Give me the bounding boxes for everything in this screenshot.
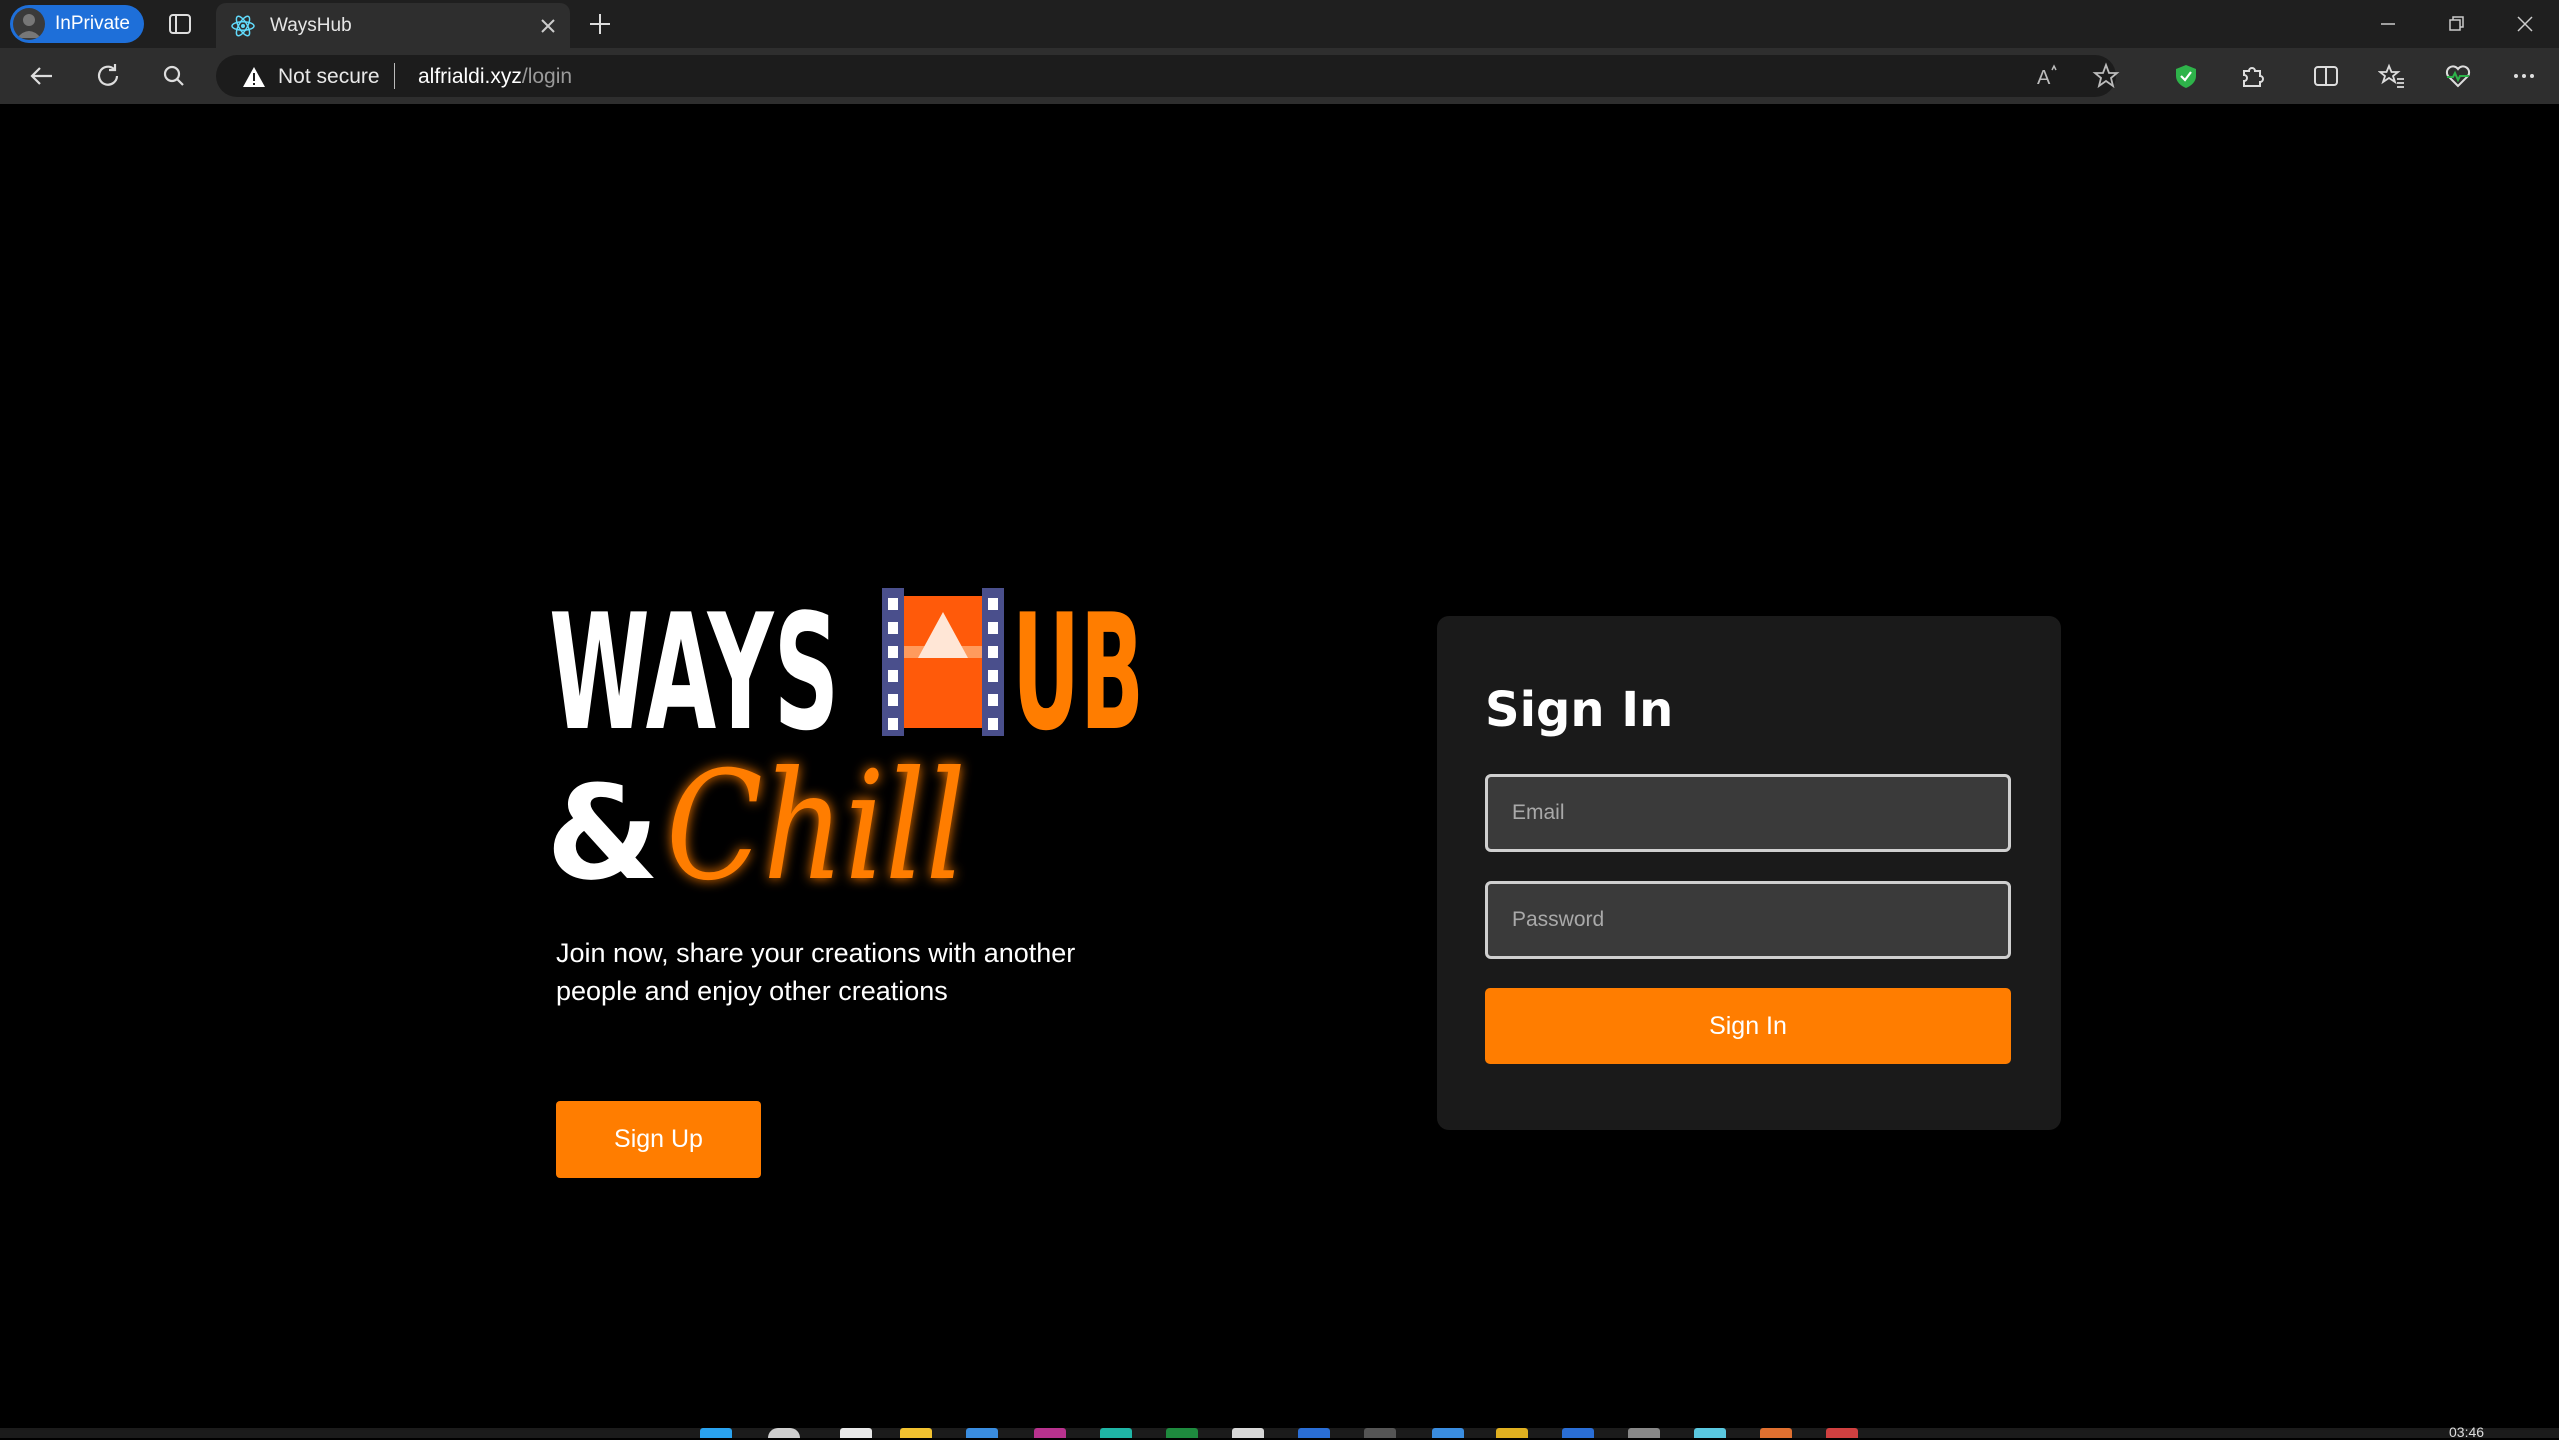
edge-icon[interactable] bbox=[1100, 1428, 1132, 1438]
email-field[interactable] bbox=[1485, 774, 2011, 852]
new-tab-icon[interactable] bbox=[586, 10, 614, 38]
logo-script-chill: Chill bbox=[666, 740, 966, 914]
split-screen-icon[interactable] bbox=[2312, 62, 2340, 90]
logo-word-ways: WAYS bbox=[549, 580, 839, 766]
tagline-line-2: people and enjoy other creations bbox=[556, 976, 948, 1006]
app-icon-3[interactable] bbox=[1298, 1428, 1330, 1438]
inprivate-badge[interactable]: InPrivate bbox=[10, 5, 144, 43]
profile-avatar bbox=[13, 8, 45, 40]
url-path: /login bbox=[521, 65, 573, 88]
omnibox-divider bbox=[394, 63, 395, 89]
tab-title: WaysHub bbox=[270, 15, 352, 36]
logo-ampersand: & bbox=[546, 757, 659, 909]
store-icon[interactable] bbox=[966, 1428, 998, 1438]
inprivate-label: InPrivate bbox=[55, 13, 130, 34]
security-status[interactable]: Not secure bbox=[278, 65, 380, 89]
url-omnibox[interactable]: Not secure alfrialdi.xyz/login A bbox=[216, 55, 2120, 97]
favorites-list-icon[interactable] bbox=[2378, 62, 2406, 90]
app-icon-2[interactable] bbox=[1232, 1428, 1264, 1438]
more-menu-icon[interactable] bbox=[2510, 62, 2538, 90]
sign-in-card: Sign In Sign In bbox=[1437, 616, 2061, 1130]
logo-word-ub: UB bbox=[1012, 579, 1144, 766]
sign-up-button[interactable]: Sign Up bbox=[556, 1101, 761, 1178]
tab-actions-icon[interactable] bbox=[166, 10, 194, 38]
file-explorer-icon[interactable] bbox=[900, 1428, 932, 1438]
search-icon[interactable] bbox=[158, 60, 190, 92]
app-icon-6[interactable] bbox=[1562, 1428, 1594, 1438]
sign-in-button[interactable]: Sign In bbox=[1485, 988, 2011, 1064]
sign-in-heading: Sign In bbox=[1485, 682, 1674, 738]
hero-tagline: Join now, share your creations with anot… bbox=[556, 934, 1156, 1010]
page-viewport: WAYS UB & Chill Join now, share your cre… bbox=[6, 104, 2553, 1434]
film-strip-icon bbox=[882, 588, 1004, 736]
app-icon-8[interactable] bbox=[1694, 1428, 1726, 1438]
close-tab-icon[interactable] bbox=[538, 16, 558, 36]
react-favicon-icon bbox=[230, 13, 256, 39]
read-aloud-icon[interactable]: A bbox=[2034, 62, 2062, 90]
app-icon-5[interactable] bbox=[1496, 1428, 1528, 1438]
app-icon-7[interactable] bbox=[1628, 1428, 1660, 1438]
password-field[interactable] bbox=[1485, 881, 2011, 959]
back-icon[interactable] bbox=[26, 60, 58, 92]
browser-tab-bar: InPrivate WaysHub bbox=[0, 0, 2559, 48]
close-window-icon[interactable] bbox=[2509, 8, 2541, 40]
browser-essentials-icon[interactable] bbox=[2444, 62, 2472, 90]
refresh-icon[interactable] bbox=[92, 60, 124, 92]
terminal-icon[interactable] bbox=[1364, 1428, 1396, 1438]
excel-icon[interactable] bbox=[1166, 1428, 1198, 1438]
app-icon-1[interactable] bbox=[1034, 1428, 1066, 1438]
favorite-star-icon[interactable] bbox=[2092, 62, 2120, 90]
minimize-icon[interactable] bbox=[2372, 8, 2404, 40]
os-taskbar bbox=[0, 1428, 2559, 1438]
wayshub-logo: WAYS UB & Chill bbox=[546, 482, 1146, 922]
restore-icon[interactable] bbox=[2440, 8, 2472, 40]
app-icon-4[interactable] bbox=[1432, 1428, 1464, 1438]
address-toolbar: Not secure alfrialdi.xyz/login A bbox=[0, 48, 2559, 104]
tab-wayshub[interactable]: WaysHub bbox=[216, 3, 570, 48]
warning-icon[interactable] bbox=[242, 66, 266, 88]
url-text[interactable]: alfrialdi.xyz/login bbox=[418, 65, 572, 89]
read-aloud-glyph: A bbox=[2037, 67, 2051, 89]
task-view-icon[interactable] bbox=[840, 1428, 872, 1438]
start-icon[interactable] bbox=[700, 1428, 732, 1438]
shield-extension-icon[interactable] bbox=[2172, 62, 2200, 90]
extensions-puzzle-icon[interactable] bbox=[2238, 62, 2266, 90]
url-host: alfrialdi.xyz bbox=[418, 65, 522, 88]
tagline-line-1: Join now, share your creations with anot… bbox=[556, 938, 1076, 968]
app-icon-9[interactable] bbox=[1760, 1428, 1792, 1438]
app-icon-10[interactable] bbox=[1826, 1428, 1858, 1438]
search-taskbar-icon[interactable] bbox=[768, 1428, 800, 1438]
